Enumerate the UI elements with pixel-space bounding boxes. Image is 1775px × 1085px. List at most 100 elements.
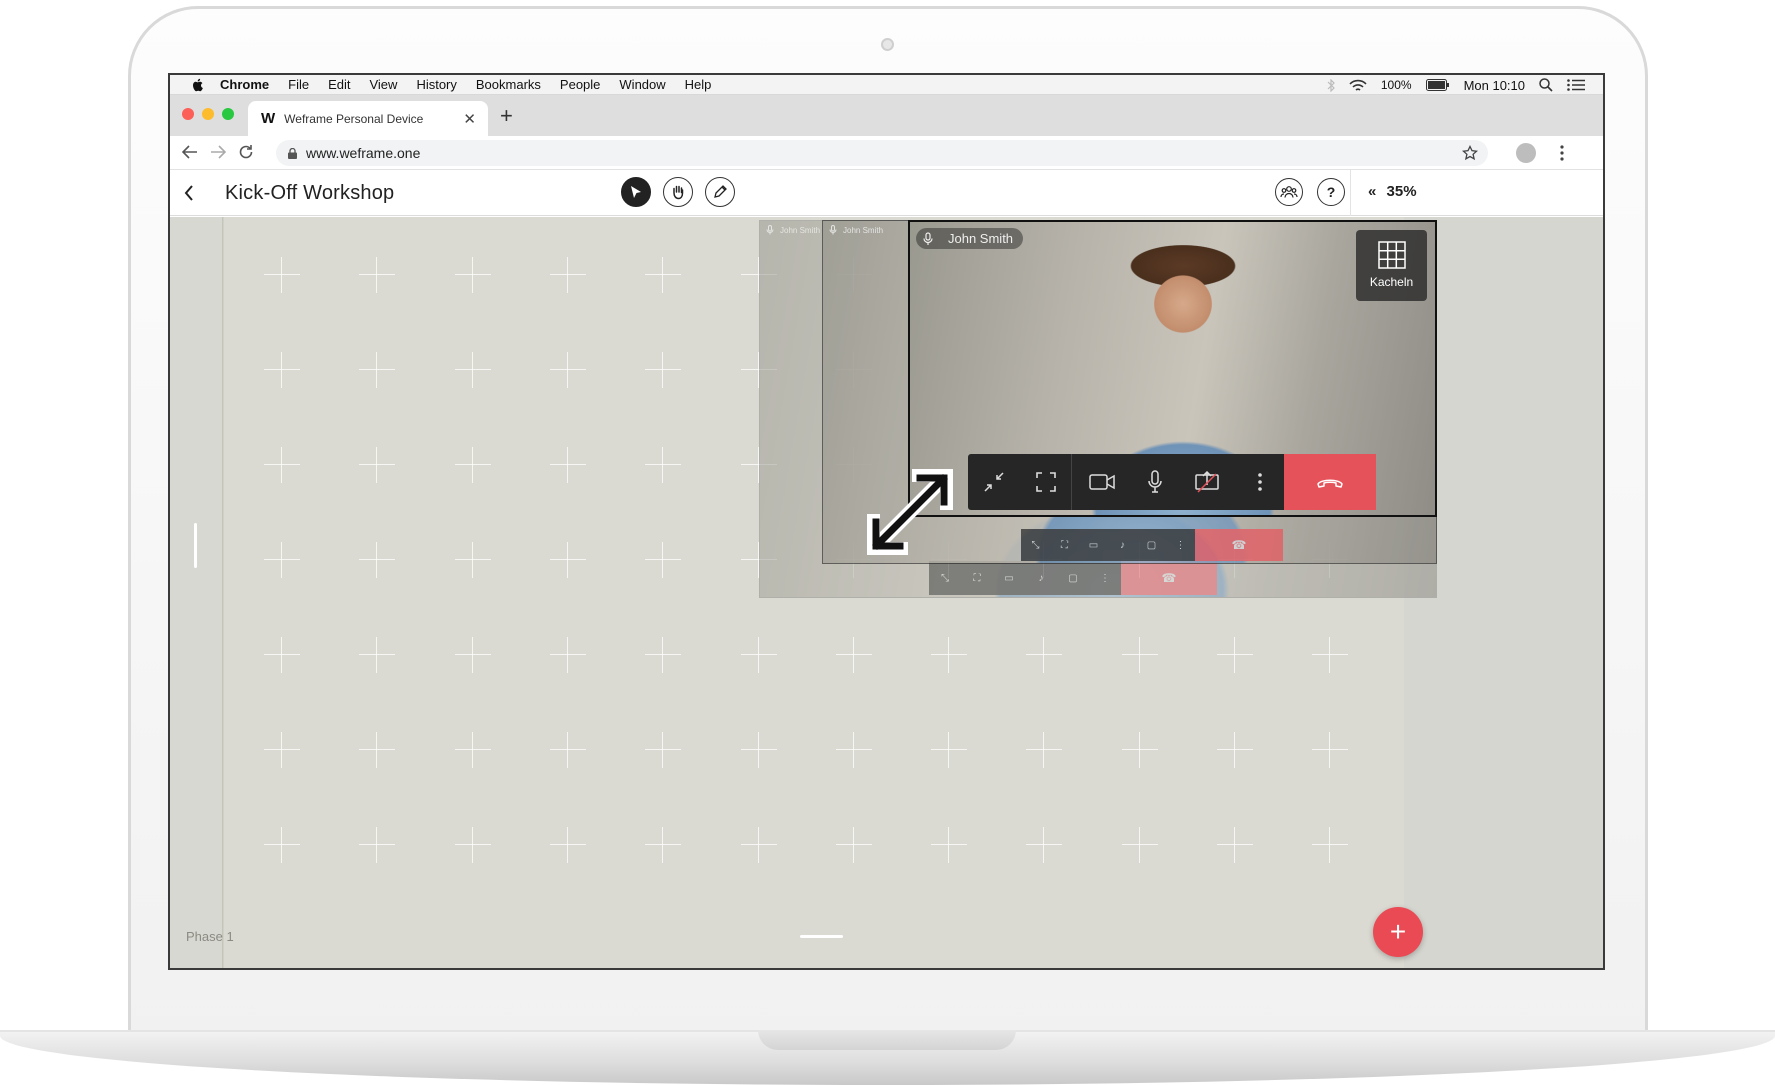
window-zoom-button[interactable] (222, 108, 234, 120)
bookmark-star-icon[interactable] (1462, 145, 1478, 161)
screen-share-off-icon (1195, 471, 1219, 493)
grid-cross (1312, 637, 1349, 673)
menu-people[interactable]: People (560, 77, 600, 92)
hang-up-icon: ☎ (1195, 529, 1283, 561)
kebab-menu-icon[interactable] (1560, 145, 1564, 161)
grid-cross (1312, 732, 1349, 768)
back-arrow-icon[interactable] (182, 145, 198, 159)
menu-app-name[interactable]: Chrome (220, 77, 269, 92)
grid-cross (264, 447, 300, 483)
grid-cross (835, 732, 872, 768)
mic-icon (923, 231, 933, 245)
profile-avatar[interactable] (1516, 143, 1536, 163)
participant-label-ghost: John Smith (766, 225, 820, 235)
grid-cross (549, 352, 586, 388)
help-button[interactable]: ? (1317, 178, 1345, 206)
call-controls-ghost-medium: ⤡ ⛶ ▭ ♪ ▢ ⋮ ☎ (1021, 529, 1283, 561)
menu-history[interactable]: History (416, 77, 456, 92)
fullscreen-button[interactable] (1020, 454, 1072, 510)
screen-share-icon: ▢ (1146, 539, 1157, 551)
phase-sidebar[interactable] (170, 217, 223, 968)
bluetooth-icon[interactable] (1327, 78, 1335, 92)
reload-icon[interactable] (238, 144, 254, 160)
menu-view[interactable]: View (369, 77, 397, 92)
fullscreen-icon (1035, 472, 1056, 492)
window-close-button[interactable] (182, 108, 194, 120)
scroll-indicator[interactable] (800, 935, 843, 938)
minimize-icon: ⤡ (941, 572, 949, 584)
battery-percent: 100% (1380, 78, 1412, 92)
select-tool-button[interactable] (621, 177, 651, 207)
grid-cross (454, 732, 491, 768)
collapse-chevrons-icon[interactable]: « (1368, 183, 1376, 200)
screen: Chrome File Edit View History Bookmarks … (168, 73, 1605, 970)
battery-icon[interactable] (1425, 79, 1450, 91)
participants-button[interactable] (1275, 178, 1303, 206)
tile-view-button[interactable]: Kacheln (1356, 230, 1427, 301)
mic-icon (766, 225, 774, 235)
participant-name: John Smith (780, 225, 821, 235)
hang-up-button[interactable] (1284, 454, 1376, 510)
notification-center-icon[interactable] (1567, 79, 1585, 91)
weframe-logo-icon: W (261, 110, 276, 127)
participant-name: John Smith (948, 231, 1014, 246)
draw-tool-button[interactable] (705, 177, 735, 207)
grid-cross (359, 827, 396, 863)
grid-cross (549, 542, 586, 578)
browser-tab[interactable]: W Weframe Personal Device ✕ (248, 101, 488, 136)
menu-edit[interactable]: Edit (328, 77, 350, 92)
address-bar[interactable]: www.weframe.one (276, 140, 1488, 166)
mic-toggle-button[interactable] (1132, 454, 1178, 510)
grid-cross (454, 827, 491, 863)
tab-close-icon[interactable]: ✕ (463, 110, 476, 128)
menu-bookmarks[interactable]: Bookmarks (476, 77, 541, 92)
tile-view-label: Kacheln (1369, 275, 1414, 289)
grid-cross (645, 542, 682, 578)
menubar-status: 100% Mon 10:10 (1327, 75, 1585, 95)
menu-window[interactable]: Window (619, 77, 665, 92)
menu-help[interactable]: Help (685, 77, 712, 92)
grid-cross (740, 637, 777, 673)
grid-cross (264, 827, 300, 863)
back-chevron-icon[interactable] (184, 185, 194, 201)
grid-cross (1121, 827, 1158, 863)
grid-cross (264, 352, 300, 388)
video-window[interactable]: John Smith Kacheln (908, 220, 1437, 517)
grid-cross (1026, 827, 1063, 863)
grid-cross (264, 542, 300, 578)
sidebar-handle[interactable] (194, 523, 197, 568)
phase-label: Phase 1 (186, 929, 234, 944)
browser-tabstrip: W Weframe Personal Device ✕ + (170, 95, 1603, 136)
new-tab-button[interactable]: + (500, 103, 513, 129)
add-button[interactable]: + (1373, 907, 1423, 957)
pan-tool-button[interactable] (663, 177, 693, 207)
screen-share-button[interactable] (1178, 454, 1236, 510)
grid-cross (645, 447, 682, 483)
resize-diagonal-arrow-icon[interactable] (867, 469, 953, 555)
wifi-icon[interactable] (1349, 79, 1367, 92)
menu-file[interactable]: File (288, 77, 309, 92)
app-header: Kick-Off Workshop ? « 35% (170, 170, 1603, 216)
forward-arrow-icon[interactable] (210, 145, 226, 159)
grid-cross (454, 542, 491, 578)
grid-cross (645, 637, 682, 673)
grid-cross (264, 732, 300, 768)
grid-cross (454, 637, 491, 673)
workshop-canvas[interactable]: Phase 1 + John Smith ⤡ ⛶ ▭ ♪ ▢ ⋮ ☎ John … (170, 217, 1603, 968)
grid-cross (645, 732, 682, 768)
url-text: www.weframe.one (306, 145, 421, 161)
apple-icon[interactable] (190, 77, 206, 93)
lock-icon (288, 147, 297, 159)
hang-up-phone-icon (1317, 479, 1343, 488)
mic-icon (829, 225, 837, 235)
mic-icon: ♪ (1120, 539, 1125, 551)
window-minimize-button[interactable] (202, 108, 214, 120)
camera-toggle-button[interactable] (1072, 454, 1132, 510)
grid-cross (835, 827, 872, 863)
grid-cross (645, 352, 682, 388)
more-options-button[interactable] (1236, 454, 1284, 510)
zoom-level: 35% (1386, 183, 1417, 200)
spotlight-search-icon[interactable] (1539, 78, 1553, 92)
zoom-control[interactable]: « 35% (1368, 183, 1417, 200)
minimize-video-button[interactable] (968, 454, 1020, 510)
